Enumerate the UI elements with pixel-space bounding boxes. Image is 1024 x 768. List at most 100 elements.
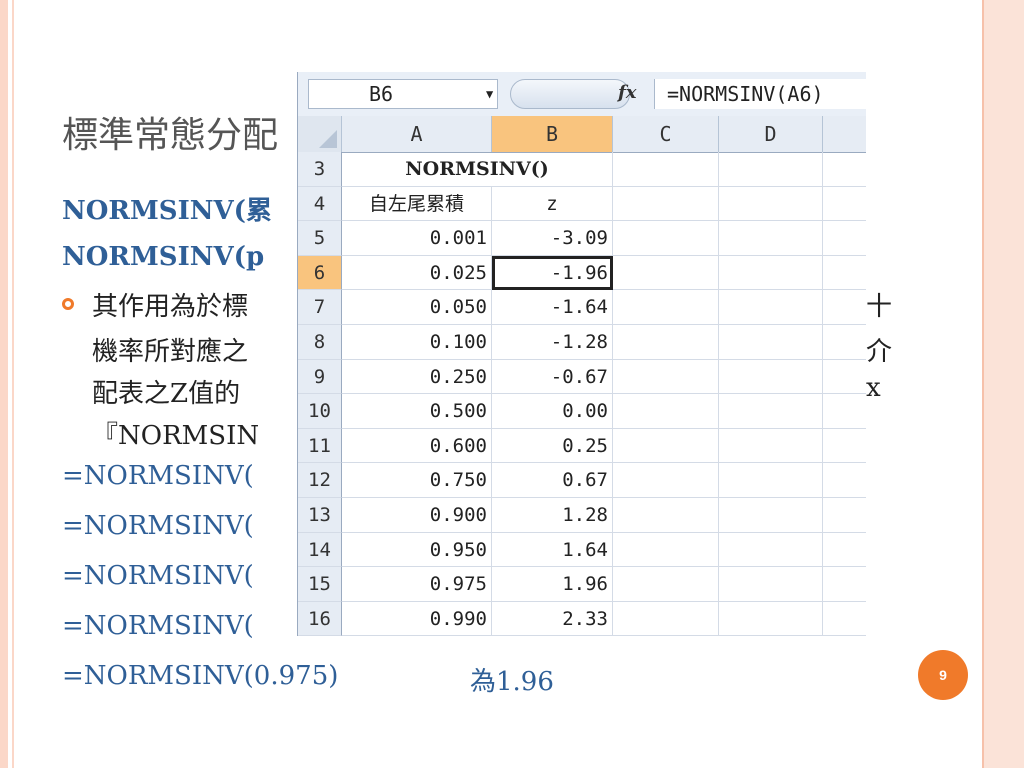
row-header[interactable]: 14 bbox=[298, 532, 342, 568]
cell-d[interactable] bbox=[719, 498, 823, 533]
column-header-d[interactable]: D bbox=[719, 116, 823, 152]
cell-e[interactable] bbox=[823, 567, 866, 602]
cell-a[interactable]: 0.001 bbox=[342, 221, 492, 256]
cell-a[interactable]: 0.250 bbox=[342, 359, 492, 395]
cell-a[interactable]: 0.025 bbox=[342, 255, 492, 291]
cell-b[interactable]: 0.67 bbox=[492, 463, 613, 498]
cell-b[interactable]: -0.67 bbox=[492, 359, 613, 395]
cell-b[interactable]: -1.28 bbox=[492, 325, 613, 360]
cell-merged-title[interactable]: NORMSINV() bbox=[342, 152, 613, 187]
row-header[interactable]: 8 bbox=[298, 325, 342, 360]
cell-c[interactable] bbox=[613, 152, 719, 187]
row-header[interactable]: 11 bbox=[298, 428, 342, 464]
cell-a[interactable]: 自左尾累積 bbox=[342, 186, 492, 222]
column-headers: A B C D bbox=[298, 116, 866, 153]
cell-c[interactable] bbox=[613, 498, 719, 533]
cell-d[interactable] bbox=[719, 463, 823, 498]
cell-d[interactable] bbox=[719, 290, 823, 325]
cell-d[interactable] bbox=[719, 255, 823, 291]
cell-b[interactable]: 1.64 bbox=[492, 532, 613, 568]
fx-icon[interactable]: fx bbox=[618, 82, 636, 103]
cell-b[interactable]: 0.00 bbox=[492, 394, 613, 429]
cell-e[interactable] bbox=[823, 498, 866, 533]
cell-c[interactable] bbox=[613, 255, 719, 291]
cell-d[interactable] bbox=[719, 325, 823, 360]
cell-d[interactable] bbox=[719, 567, 823, 602]
cell-d[interactable] bbox=[719, 394, 823, 429]
cell-c[interactable] bbox=[613, 359, 719, 395]
cell-e[interactable] bbox=[823, 152, 866, 187]
cell-c[interactable] bbox=[613, 325, 719, 360]
formula-input[interactable]: =NORMSINV(A6) bbox=[654, 79, 866, 109]
column-header-c[interactable]: C bbox=[613, 116, 719, 152]
table-row: 5 0.001 -3.09 bbox=[298, 221, 866, 256]
cell-e[interactable] bbox=[823, 256, 866, 291]
cell-b[interactable]: -1.96 bbox=[492, 255, 613, 291]
cell-c[interactable] bbox=[613, 463, 719, 498]
chevron-down-icon[interactable]: ▼ bbox=[486, 87, 493, 101]
column-header-a[interactable]: A bbox=[342, 116, 492, 152]
table-row: 9 0.250 -0.67 bbox=[298, 359, 866, 395]
row-header[interactable]: 12 bbox=[298, 463, 342, 498]
cell-e[interactable] bbox=[823, 360, 866, 395]
table-row: 8 0.100 -1.28 bbox=[298, 325, 866, 360]
row-header[interactable]: 15 bbox=[298, 567, 342, 602]
cell-b[interactable]: 0.25 bbox=[492, 428, 613, 464]
cell-e[interactable] bbox=[823, 394, 866, 429]
cell-c[interactable] bbox=[613, 428, 719, 464]
cell-b[interactable]: -3.09 bbox=[492, 221, 613, 256]
table-row: 11 0.600 0.25 bbox=[298, 428, 866, 464]
cell-b[interactable]: 2.33 bbox=[492, 601, 613, 636]
cell-e[interactable] bbox=[823, 463, 866, 498]
cell-c[interactable] bbox=[613, 186, 719, 222]
cell-b[interactable]: 1.96 bbox=[492, 567, 613, 602]
row-header[interactable]: 5 bbox=[298, 221, 342, 256]
cell-a[interactable]: 0.600 bbox=[342, 428, 492, 464]
cell-e[interactable] bbox=[823, 221, 866, 256]
row-header[interactable]: 6 bbox=[298, 255, 342, 291]
cell-e[interactable] bbox=[823, 325, 866, 360]
cell-c[interactable] bbox=[613, 290, 719, 325]
row-header[interactable]: 7 bbox=[298, 290, 342, 325]
column-header-e[interactable] bbox=[823, 116, 866, 152]
cell-c[interactable] bbox=[613, 532, 719, 568]
table-row: 15 0.975 1.96 bbox=[298, 567, 866, 602]
cell-e[interactable] bbox=[823, 187, 866, 222]
name-box[interactable]: B6 bbox=[308, 79, 498, 109]
cell-b[interactable]: -1.64 bbox=[492, 290, 613, 325]
cell-d[interactable] bbox=[719, 428, 823, 464]
cell-d[interactable] bbox=[719, 221, 823, 256]
cell-b[interactable]: 1.28 bbox=[492, 498, 613, 533]
cell-a[interactable]: 0.750 bbox=[342, 463, 492, 498]
cell-c[interactable] bbox=[613, 601, 719, 636]
cell-c[interactable] bbox=[613, 221, 719, 256]
cell-a[interactable]: 0.050 bbox=[342, 290, 492, 325]
cell-b[interactable]: z bbox=[492, 186, 613, 222]
cell-a[interactable]: 0.990 bbox=[342, 601, 492, 636]
cell-e[interactable] bbox=[823, 290, 866, 325]
formula-line-5: =NORMSINV(0.975) bbox=[62, 661, 339, 691]
row-header[interactable]: 3 bbox=[298, 152, 342, 187]
cell-d[interactable] bbox=[719, 152, 823, 187]
row-header[interactable]: 4 bbox=[298, 186, 342, 222]
cell-d[interactable] bbox=[719, 359, 823, 395]
cell-c[interactable] bbox=[613, 394, 719, 429]
row-header[interactable]: 10 bbox=[298, 394, 342, 429]
row-header[interactable]: 9 bbox=[298, 359, 342, 395]
cell-e[interactable] bbox=[823, 602, 866, 636]
cell-e[interactable] bbox=[823, 429, 866, 464]
cell-a[interactable]: 0.950 bbox=[342, 532, 492, 568]
cell-c[interactable] bbox=[613, 567, 719, 602]
cell-d[interactable] bbox=[719, 532, 823, 568]
cell-a[interactable]: 0.500 bbox=[342, 394, 492, 429]
row-header[interactable]: 13 bbox=[298, 498, 342, 533]
cell-a[interactable]: 0.100 bbox=[342, 325, 492, 360]
select-all-corner[interactable] bbox=[298, 116, 342, 152]
cell-d[interactable] bbox=[719, 601, 823, 636]
cell-d[interactable] bbox=[719, 186, 823, 222]
cell-a[interactable]: 0.975 bbox=[342, 567, 492, 602]
cell-a[interactable]: 0.900 bbox=[342, 498, 492, 533]
row-header[interactable]: 16 bbox=[298, 601, 342, 636]
cell-e[interactable] bbox=[823, 533, 866, 568]
column-header-b[interactable]: B bbox=[492, 116, 613, 152]
